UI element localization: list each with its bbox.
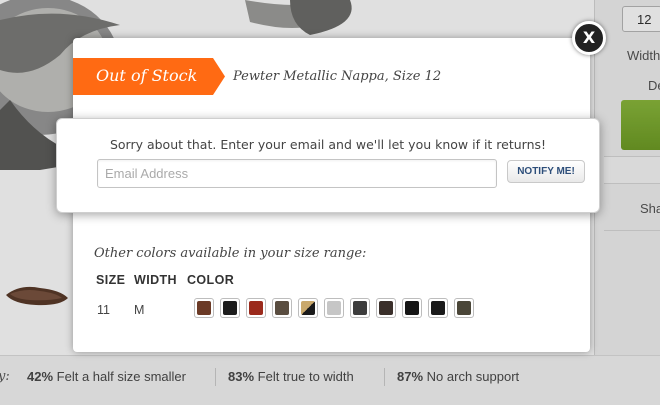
swatch-fill [197, 301, 211, 315]
swatch-fill [327, 301, 341, 315]
swatch-fill [275, 301, 289, 315]
other-colors-heading: Other colors available in your size rang… [94, 246, 367, 261]
color-swatch-black-3[interactable] [428, 298, 448, 318]
notify-me-panel: Sorry about that. Enter your email and w… [56, 118, 600, 213]
out-of-stock-label: Out of Stock [96, 66, 198, 85]
color-swatch-dark-brown[interactable] [376, 298, 396, 318]
color-swatch-red[interactable] [246, 298, 266, 318]
swatch-fill [353, 301, 367, 315]
swatch-fill [301, 301, 315, 315]
swatch-fill [223, 301, 237, 315]
swatch-fill [405, 301, 419, 315]
color-swatch-brown[interactable] [194, 298, 214, 318]
color-swatch-olive[interactable] [454, 298, 474, 318]
swatch-fill [249, 301, 263, 315]
color-swatch-black[interactable] [220, 298, 240, 318]
product-variant-name: Pewter Metallic Nappa, Size 12 [233, 69, 442, 84]
swatch-fill [379, 301, 393, 315]
color-swatch-charcoal[interactable] [350, 298, 370, 318]
color-swatch-black-2[interactable] [402, 298, 422, 318]
email-field[interactable] [97, 159, 497, 188]
color-swatch-gold-black[interactable] [298, 298, 318, 318]
color-swatch-taupe[interactable] [272, 298, 292, 318]
size-column-header: SIZE [96, 273, 126, 287]
width-column-header: WIDTH [134, 273, 177, 287]
notify-message: Sorry about that. Enter your email and w… [109, 137, 547, 152]
color-column-header: COLOR [187, 273, 235, 287]
close-modal-button[interactable]: X [572, 21, 606, 55]
notify-me-button[interactable]: NOTIFY ME! [507, 160, 585, 183]
row-size-value: 11 [97, 303, 110, 317]
swatch-fill [457, 301, 471, 315]
swatch-fill [431, 301, 445, 315]
color-swatch-list [194, 298, 474, 318]
out-of-stock-banner: Out of Stock [73, 58, 225, 95]
color-swatch-light-gray[interactable] [324, 298, 344, 318]
row-width-value: M [134, 303, 145, 317]
